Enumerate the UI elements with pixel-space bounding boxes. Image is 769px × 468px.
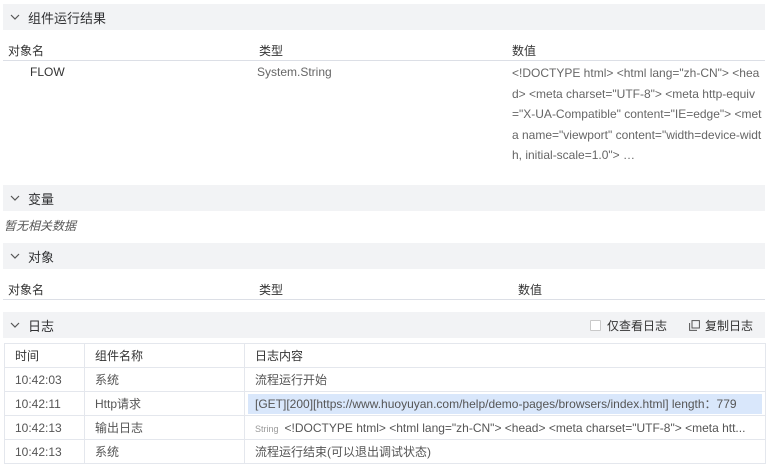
log-content-cell: [GET][200][https://www.huoyuyan.com/help… [244, 391, 766, 416]
log-col-component: 组件名称 [84, 343, 245, 368]
log-component: 系统 [84, 367, 245, 392]
variables-section-title: 变量 [28, 191, 55, 207]
log-component: Http请求 [84, 391, 245, 416]
log-component: 系统 [84, 439, 245, 464]
type-tag: String [255, 423, 279, 434]
table-row[interactable]: 10:42:11 Http请求 [GET][200][https://www.h… [4, 391, 766, 416]
only-view-log-checkbox[interactable] [589, 319, 601, 331]
copy-icon [689, 319, 700, 331]
variables-section-header[interactable]: 变量 [3, 185, 765, 211]
result-row-type: System.String [257, 65, 332, 79]
copy-log-button[interactable]: 复制日志 [689, 317, 753, 334]
log-content-cell: String <!DOCTYPE html> <html lang="zh-CN"… [244, 415, 766, 440]
log-table: 时间 组件名称 日志内容 10:42:03 系统 流程运行开始 10:42:11… [4, 343, 766, 464]
log-section-title: 日志 [28, 318, 55, 334]
log-content-highlighted[interactable]: [GET][200][https://www.huoyuyan.com/help… [248, 393, 762, 414]
col-object-name: 对象名 [8, 44, 45, 58]
col-type: 类型 [259, 44, 284, 58]
log-time: 10:42:11 [4, 391, 85, 416]
result-section-header[interactable]: 组件运行结果 [3, 4, 765, 30]
result-table-header: 对象名 类型 数值 [3, 37, 765, 61]
col-value: 数值 [512, 44, 537, 58]
result-row-value: <!DOCTYPE html> <html lang="zh-CN"> <hea… [512, 66, 762, 162]
only-view-log-toggle[interactable]: 仅查看日志 [589, 317, 667, 334]
log-time: 10:42:13 [4, 439, 85, 464]
chevron-down-icon [10, 12, 20, 22]
objects-table-header: 对象名 类型 数值 [3, 276, 765, 300]
objects-section-header[interactable]: 对象 [3, 243, 765, 269]
only-view-log-label: 仅查看日志 [606, 318, 667, 333]
log-col-time: 时间 [4, 343, 85, 368]
variables-empty-text: 暂无相关数据 [4, 219, 77, 233]
col-value: 数值 [518, 283, 543, 297]
log-table-header: 时间 组件名称 日志内容 [4, 343, 766, 368]
log-content: 流程运行开始 [244, 367, 766, 392]
log-col-content: 日志内容 [244, 343, 766, 368]
col-object-name: 对象名 [8, 283, 45, 297]
log-content: <!DOCTYPE html> <html lang="zh-CN"> <hea… [284, 420, 746, 435]
result-row-name: FLOW [30, 65, 65, 79]
chevron-down-icon [10, 320, 20, 330]
col-type: 类型 [259, 283, 284, 297]
log-component: 输出日志 [84, 415, 245, 440]
table-row[interactable]: 10:42:13 系统 流程运行结束(可以退出调试状态) [4, 439, 766, 464]
table-row[interactable]: 10:42:13 输出日志 String <!DOCTYPE html> <htm… [4, 415, 766, 440]
objects-section-title: 对象 [28, 249, 55, 265]
chevron-down-icon [10, 251, 20, 261]
log-content: 流程运行结束(可以退出调试状态) [244, 439, 766, 464]
chevron-down-icon [10, 193, 20, 203]
result-section-title: 组件运行结果 [28, 10, 107, 26]
log-section-header[interactable]: 日志 仅查看日志 复制日志 [3, 312, 765, 338]
table-row[interactable]: 10:42:03 系统 流程运行开始 [4, 367, 766, 392]
log-time: 10:42:13 [4, 415, 85, 440]
copy-log-label: 复制日志 [704, 318, 753, 333]
log-time: 10:42:03 [4, 367, 85, 392]
